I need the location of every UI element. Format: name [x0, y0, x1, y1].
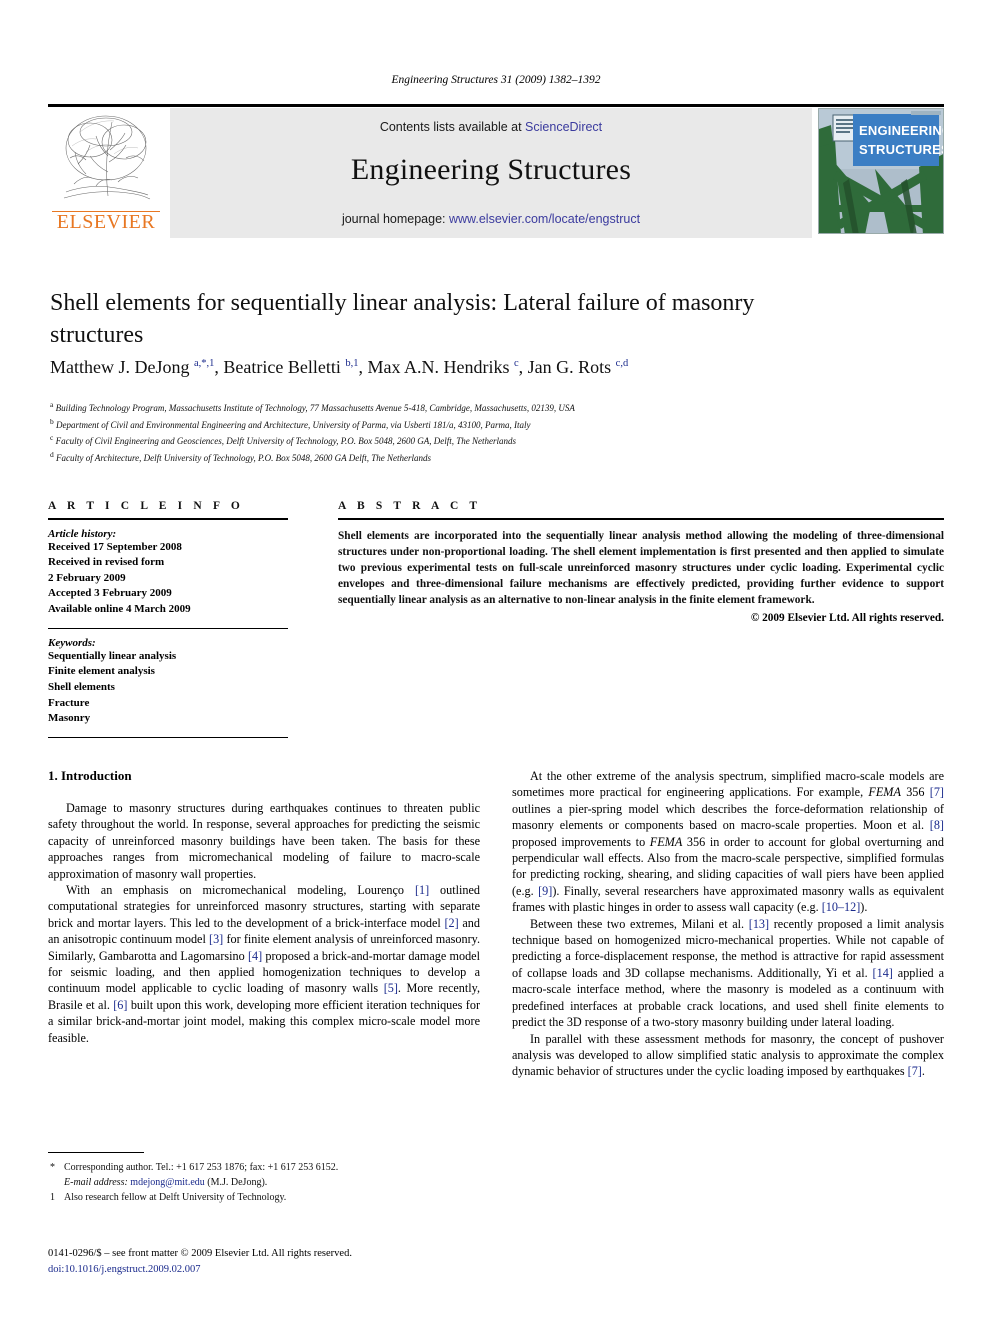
footnote-mark-asterisk: *	[50, 1162, 55, 1173]
body-left-paragraphs: Damage to masonry structures during eart…	[48, 800, 480, 1046]
contents-lists-line: Contents lists available at ScienceDirec…	[170, 120, 812, 134]
citation-reference[interactable]: [4]	[248, 949, 262, 963]
elsevier-logo: ELSEVIER	[48, 108, 164, 236]
page-title: Shell elements for sequentially linear a…	[50, 290, 755, 348]
citation-reference[interactable]: [2]	[445, 916, 459, 930]
email-address-link[interactable]: mdejong@mit.edu	[130, 1177, 204, 1188]
abstract-copyright: © 2009 Elsevier Ltd. All rights reserved…	[750, 612, 944, 625]
journal-title: Engineering Structures	[350, 153, 632, 186]
doi-value[interactable]: 10.1016/j.engstruct.2009.02.007	[64, 1264, 200, 1275]
body-paragraph: Damage to masonry structures during eart…	[48, 801, 480, 881]
article-info-heading: A R T I C L E I N F O	[48, 500, 244, 512]
journal-cover-image: ENGINEERING STRUCTURES	[819, 109, 944, 233]
article-history-list: Received 17 September 2008 Received in re…	[48, 540, 288, 618]
article-history-item: Available online 4 March 2009	[48, 603, 191, 616]
standard-name: FEMA	[868, 785, 901, 800]
footnote-corresponding-author: * Corresponding author. Tel.: +1 617 253…	[48, 1161, 480, 1190]
svg-text:ENGINEERING: ENGINEERING	[859, 123, 944, 138]
svg-text:STRUCTURES: STRUCTURES	[859, 142, 944, 157]
footnote-mark-one: 1	[50, 1192, 55, 1203]
masthead-top-rule	[48, 104, 944, 107]
body-paragraph: With an emphasis on micromechanical mode…	[48, 883, 481, 1045]
homepage-prefix: journal homepage:	[341, 212, 449, 226]
footnote-corresponding-text: Corresponding author. Tel.: +1 617 253 1…	[64, 1162, 339, 1173]
body-column-right: At the other extreme of the analysis spe…	[512, 768, 944, 1080]
article-history-item: Accepted 3 February 2009	[48, 587, 172, 600]
article-history-item: Received 17 September 2008	[48, 540, 182, 553]
abstract-rule-top	[338, 518, 944, 520]
elsevier-tree-icon	[63, 115, 151, 200]
body-paragraph: In parallel with these assessment method…	[512, 1031, 944, 1079]
article-info-rule-top	[48, 518, 288, 520]
body-paragraph: At the other extreme of the analysis spe…	[512, 769, 944, 915]
footnote-note-text: Also research fellow at Delft University…	[64, 1192, 287, 1203]
citation-reference[interactable]: [6]	[113, 998, 127, 1012]
masthead-center-panel: Contents lists available at ScienceDirec…	[170, 108, 812, 238]
keyword-item: Masonry	[48, 712, 91, 725]
body-column-left: 1. Introduction Damage to masonry struct…	[48, 768, 480, 1046]
affiliation-item: d Faculty of Architecture, Delft Univers…	[50, 449, 431, 463]
journal-homepage-line: journal homepage: www.elsevier.com/locat…	[170, 212, 812, 226]
article-info-column: A R T I C L E I N F O Article history: R…	[48, 500, 288, 746]
article-history-item: 2 February 2009	[48, 571, 126, 584]
sciencedirect-link[interactable]: ScienceDirect	[525, 120, 602, 134]
author-list: Matthew J. DeJong a,*,1, Beatrice Bellet…	[50, 357, 629, 377]
journal-cover-thumbnail: ENGINEERING STRUCTURES	[818, 108, 944, 234]
citation-reference[interactable]: [7]	[930, 785, 944, 799]
contents-lists-prefix: Contents lists available at	[379, 120, 526, 134]
citation-reference[interactable]: [10–12]	[822, 900, 861, 914]
imprint-front-matter: 0141-0296/$ – see front matter © 2009 El…	[48, 1248, 352, 1259]
keyword-item: Finite element analysis	[48, 665, 155, 678]
affiliation-item: b Department of Civil and Environmental …	[50, 416, 531, 430]
email-address-suffix: (M.J. DeJong).	[207, 1176, 268, 1188]
citation-reference[interactable]: [14]	[873, 966, 893, 980]
paper-page: Engineering Structures 31 (2009) 1382–13…	[0, 0, 992, 1323]
keyword-item: Fracture	[48, 696, 90, 709]
masthead-body: ELSEVIER Contents lists available at Sci…	[48, 108, 944, 238]
article-history-label: Article history:	[48, 527, 117, 540]
citation-reference[interactable]: [7]	[908, 1064, 922, 1078]
standard-name: FEMA	[649, 834, 683, 849]
doi-label: doi:	[48, 1263, 65, 1275]
keywords-list: Sequentially linear analysis Finite eleme…	[48, 649, 288, 727]
imprint-doi-line: doi:10.1016/j.engstruct.2009.02.007	[48, 1262, 548, 1278]
journal-homepage-link[interactable]: www.elsevier.com/locate/engstruct	[449, 212, 640, 226]
affiliation-item: a Building Technology Program, Massachus…	[50, 400, 575, 413]
affiliation-item: c Faculty of Civil Engineering and Geosc…	[50, 433, 517, 447]
article-info-rule-mid	[48, 627, 288, 629]
elsevier-wordmark: ELSEVIER	[56, 211, 156, 233]
citation-reference[interactable]: [9]	[538, 884, 552, 898]
citation-reference[interactable]: [1]	[415, 883, 429, 897]
keyword-item: Sequentially linear analysis	[48, 649, 177, 662]
section-heading-introduction: 1. Introduction	[48, 768, 132, 783]
affiliation-list: a Building Technology Program, Massachus…	[50, 399, 930, 465]
footnote-rule	[48, 1152, 144, 1153]
imprint-block: 0141-0296/$ – see front matter © 2009 El…	[48, 1246, 548, 1278]
abstract-column: A B S T R A C T Shell elements are incor…	[338, 500, 944, 624]
article-history-item: Received in revised form	[48, 556, 165, 569]
footnote-block: * Corresponding author. Tel.: +1 617 253…	[48, 1152, 480, 1207]
citation-reference[interactable]: [13]	[749, 917, 769, 931]
abstract-text: Shell elements are incorporated into the…	[338, 529, 944, 607]
journal-masthead: ELSEVIER Contents lists available at Sci…	[48, 104, 944, 238]
keywords-label: Keywords:	[48, 636, 96, 649]
citation-reference[interactable]: [5]	[384, 981, 398, 995]
keyword-item: Shell elements	[48, 680, 115, 693]
body-paragraph: Between these two extremes, Milani et al…	[512, 916, 945, 1030]
abstract-heading: A B S T R A C T	[338, 500, 482, 512]
running-head: Engineering Structures 31 (2009) 1382–13…	[391, 74, 601, 86]
citation-reference[interactable]: [8]	[930, 818, 944, 832]
citation-reference[interactable]: [3]	[209, 932, 223, 946]
body-right-paragraphs: At the other extreme of the analysis spe…	[512, 768, 944, 1080]
email-address-label: E-mail address:	[64, 1176, 128, 1188]
footnote-note-1: 1 Also research fellow at Delft Universi…	[48, 1191, 480, 1206]
article-info-rule-bottom	[48, 736, 288, 738]
